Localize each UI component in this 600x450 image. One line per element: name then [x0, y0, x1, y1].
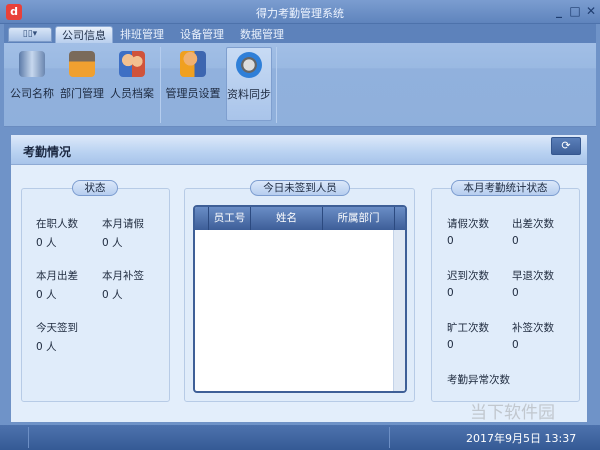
ribbon-separator	[276, 47, 277, 123]
monthly-group-title: 本月考勤统计状态	[451, 180, 560, 196]
stat-value: 0 人	[36, 289, 57, 301]
stat-label: 迟到次数	[447, 270, 489, 282]
stat-label: 在职人数	[36, 218, 78, 230]
stat-value: 0	[447, 287, 454, 299]
personnel-button[interactable]: 人员档案	[108, 47, 156, 121]
stat-label: 旷工次数	[447, 322, 489, 334]
stat-label: 本月请假	[102, 218, 144, 230]
admin-settings-button[interactable]: 管理员设置	[164, 47, 222, 121]
app-menu-button[interactable]: ▯▯▾	[8, 27, 52, 42]
tab-data-management[interactable]: 数据管理	[234, 26, 290, 43]
status-divider	[28, 427, 29, 448]
stat-label: 本月补签	[102, 270, 144, 282]
building-icon	[19, 51, 45, 77]
button-label: 管理员设置	[165, 87, 221, 100]
stat-value: 0	[512, 235, 519, 247]
stat-value: 0	[447, 235, 454, 247]
watermark: 当下软件园	[470, 403, 555, 423]
row-header-cell	[195, 207, 209, 230]
close-icon[interactable]: ✕	[584, 4, 598, 18]
status-divider	[389, 427, 390, 448]
ribbon-tabs: ▯▯▾ 公司信息 排班管理 设备管理 数据管理	[4, 24, 596, 43]
company-name-button[interactable]: 公司名称	[8, 47, 56, 121]
maximize-icon[interactable]: □	[568, 4, 582, 18]
refresh-icon: ⟳	[561, 139, 571, 152]
button-label: 人员档案	[110, 87, 154, 100]
people-icon	[119, 51, 145, 77]
table-header: 员工号 姓名 所属部门	[195, 207, 405, 230]
stat-label: 出差次数	[512, 218, 554, 230]
stat-label: 今天签到	[36, 322, 78, 334]
column-header-department[interactable]: 所属部门	[323, 207, 395, 230]
stat-value: 0 人	[36, 237, 57, 249]
ribbon: 公司名称 部门管理 人员档案 管理员设置 资料同步	[4, 43, 596, 127]
absent-group-title: 今日未签到人员	[250, 180, 350, 196]
stat-value: 0	[512, 287, 519, 299]
column-header-employee-id[interactable]: 员工号	[209, 207, 251, 230]
stat-label: 考勤异常次数	[447, 374, 510, 386]
datetime-label: 2017年9月5日 13:37	[466, 432, 577, 445]
stat-label: 请假次数	[447, 218, 489, 230]
ribbon-separator	[160, 47, 161, 123]
title-bar: d 得力考勤管理系统 _ □ ✕	[0, 0, 600, 24]
tab-company-info[interactable]: 公司信息	[55, 26, 113, 43]
refresh-button[interactable]: ⟳	[551, 137, 581, 155]
button-label: 资料同步	[227, 88, 271, 101]
stat-label: 补签次数	[512, 322, 554, 334]
vertical-scrollbar[interactable]	[393, 230, 405, 391]
panel-title: 考勤情况	[23, 145, 72, 159]
button-label: 公司名称	[10, 87, 54, 100]
sync-icon	[236, 52, 262, 78]
column-header-name[interactable]: 姓名	[251, 207, 323, 230]
admin-icon	[180, 51, 206, 77]
button-label: 部门管理	[60, 87, 104, 100]
stat-label: 本月出差	[36, 270, 78, 282]
stat-value: 0 人	[36, 341, 57, 353]
data-sync-button[interactable]: 资料同步	[226, 47, 272, 121]
minimize-icon[interactable]: _	[552, 4, 566, 18]
tab-shift-management[interactable]: 排班管理	[114, 26, 170, 43]
status-group-title: 状态	[72, 180, 118, 196]
house-icon	[69, 51, 95, 77]
window-title: 得力考勤管理系统	[256, 7, 344, 20]
status-bar: 2017年9月5日 13:37	[0, 425, 600, 450]
absent-table[interactable]: 员工号 姓名 所属部门	[193, 205, 407, 393]
panel-header: 考勤情况 ⟳	[11, 135, 587, 165]
department-button[interactable]: 部门管理	[58, 47, 106, 121]
stat-label: 早退次数	[512, 270, 554, 282]
stat-value: 0 人	[102, 237, 123, 249]
tab-device-management[interactable]: 设备管理	[174, 26, 230, 43]
stat-value: 0	[512, 339, 519, 351]
stat-value: 0	[447, 339, 454, 351]
stat-value: 0 人	[102, 289, 123, 301]
